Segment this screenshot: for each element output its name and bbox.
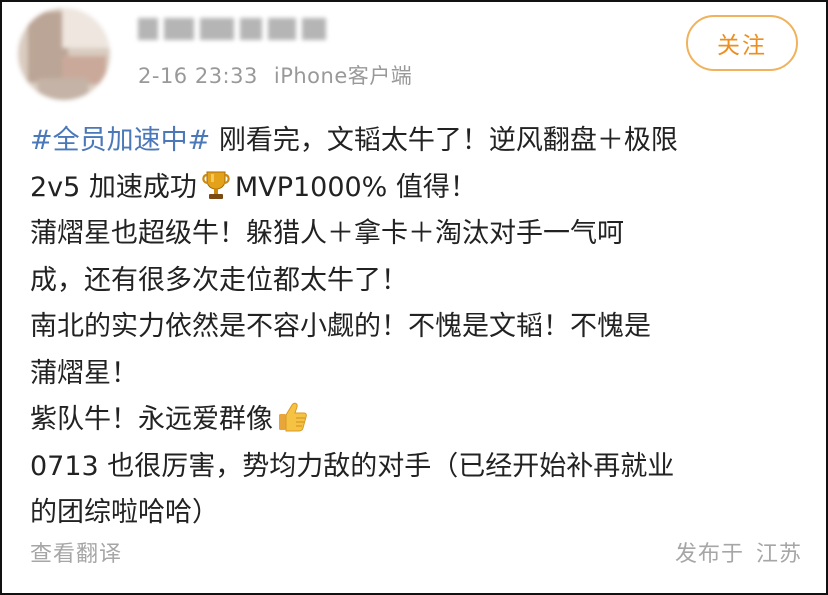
content-line-8: 0713 也很厉害，势均力敌的对手（已经开始补再就业	[30, 450, 675, 482]
content-line-4: 成，还有很多次走位都太牛了！	[30, 264, 408, 296]
post-content: #全员加速中# 刚看完，文韬太牛了！逆风翻盘＋极限 2v5 加速成功 MVP10…	[30, 118, 810, 537]
avatar[interactable]	[18, 8, 110, 100]
post-time: 2-16 23:33	[138, 64, 258, 88]
post-card: 2-16 23:33 iPhone客户端 关注 #全员加速中# 刚看完，文韬太牛了…	[0, 0, 828, 595]
content-line-2: 2v5 加速成功 MVP1000% 值得！	[30, 165, 810, 212]
location-name: 江苏	[755, 542, 802, 567]
content-line-3: 蒲熠星也超级牛！躲猎人＋拿卡＋淘汰对手一气呵	[30, 218, 624, 249]
post-location: 发布于 江苏	[675, 536, 802, 568]
content-line-6: 蒲熠星！	[30, 357, 138, 389]
trophy-icon	[202, 171, 230, 199]
follow-button[interactable]: 关注	[686, 15, 798, 71]
hashtag-link[interactable]: #全员加速中#	[30, 125, 210, 156]
content-line-1: #全员加速中# 刚看完，文韬太牛了！逆风翻盘＋极限	[30, 125, 678, 156]
thumbs-up-icon	[279, 402, 307, 432]
post-source: iPhone客户端	[273, 64, 413, 88]
translate-link[interactable]: 查看翻译	[30, 536, 122, 568]
username-blurred[interactable]	[138, 16, 326, 42]
post-meta: 2-16 23:33 iPhone客户端	[138, 60, 412, 90]
content-line-5: 南北的实力依然是不容小觑的！不愧是文韬！不愧是	[30, 311, 651, 342]
location-prefix: 发布于	[674, 542, 744, 567]
content-line-9: 的团综啦哈哈）	[30, 497, 219, 528]
content-line-7: 紫队牛！永远爱群像	[30, 397, 810, 444]
